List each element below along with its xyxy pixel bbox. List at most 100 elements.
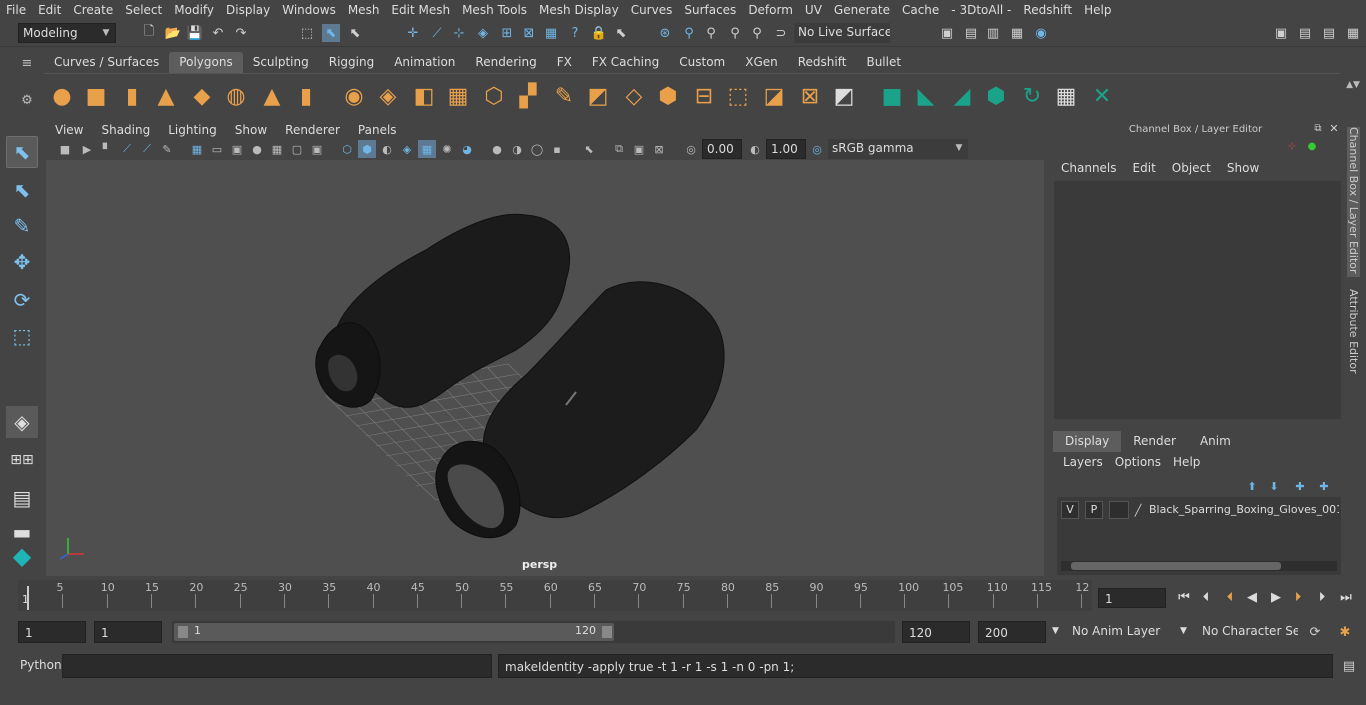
- poly-cone-icon[interactable]: ▲: [152, 82, 180, 110]
- scale-tool-icon[interactable]: ⬚: [6, 320, 38, 352]
- bridge-icon[interactable]: ▞: [514, 82, 542, 110]
- gate-mask-icon[interactable]: ●: [248, 140, 266, 158]
- select-object-icon[interactable]: ⬉: [322, 24, 340, 42]
- shelf-tab-bullet[interactable]: Bullet: [856, 52, 911, 73]
- lighting-icon[interactable]: ◐: [378, 140, 396, 158]
- wireframe-on-shaded-icon[interactable]: ◈: [398, 140, 416, 158]
- shelf-tab-sculpting[interactable]: Sculpting: [243, 52, 319, 73]
- menu-edit[interactable]: Edit: [32, 0, 67, 20]
- reflection-icon[interactable]: ⚲: [748, 24, 766, 42]
- script-editor-icon[interactable]: ▤: [1340, 657, 1358, 675]
- layer-display-type[interactable]: [1109, 501, 1129, 519]
- menu-surfaces[interactable]: Surfaces: [678, 0, 742, 20]
- scene-start-field[interactable]: 1: [18, 621, 86, 643]
- float-panel-icon[interactable]: ⧉: [1311, 121, 1325, 135]
- screen-space-ao-icon[interactable]: ●: [488, 140, 506, 158]
- depth-of-field-icon[interactable]: ▪: [548, 140, 566, 158]
- current-time-marker[interactable]: [27, 586, 29, 610]
- select-component-icon[interactable]: ⬉: [346, 24, 364, 42]
- channel-menu-edit[interactable]: Edit: [1125, 161, 1164, 175]
- layer-tab-render[interactable]: Render: [1121, 431, 1188, 452]
- render-view-icon[interactable]: ▣: [938, 24, 956, 42]
- poly-cylinder-icon[interactable]: ▮: [118, 82, 146, 110]
- symmetry-icon[interactable]: ⚲: [702, 24, 720, 42]
- colorspace-dropdown[interactable]: sRGB gamma ▼: [828, 139, 968, 159]
- target-weld-icon[interactable]: ⊟: [690, 82, 718, 110]
- combine-icon[interactable]: ◉: [340, 82, 368, 110]
- new-layer-icon[interactable]: ✚: [1291, 477, 1309, 495]
- planar-uv-icon[interactable]: ■: [878, 82, 906, 110]
- grid-icon[interactable]: ▦: [188, 140, 206, 158]
- snap-curve-icon[interactable]: ⟋: [428, 24, 446, 42]
- color-management-icon[interactable]: ◎: [808, 140, 826, 158]
- fill-hole-icon[interactable]: ⬚: [724, 82, 752, 110]
- cylindrical-uv-icon[interactable]: ◣: [912, 82, 940, 110]
- merge-icon[interactable]: ◩: [830, 82, 858, 110]
- layer-menu-options[interactable]: Options: [1109, 455, 1167, 469]
- poly-plane-icon[interactable]: ◆: [188, 82, 216, 110]
- bookmark-icon[interactable]: ▘: [98, 140, 116, 158]
- channel-menu-object[interactable]: Object: [1164, 161, 1219, 175]
- help-query-icon[interactable]: ?: [566, 24, 584, 42]
- x-ray-joints-icon[interactable]: ▣: [630, 140, 648, 158]
- camera-attributes-icon[interactable]: ▶: [78, 140, 96, 158]
- snap-projected-center-icon[interactable]: ◈: [474, 24, 492, 42]
- anti-aliasing-icon[interactable]: ◯: [528, 140, 546, 158]
- snap-point-icon[interactable]: ⊹: [450, 24, 468, 42]
- shelf-tab-polygons[interactable]: Polygons: [169, 52, 243, 73]
- command-input[interactable]: [62, 654, 492, 678]
- go-to-end-icon[interactable]: ⏭: [1338, 589, 1354, 605]
- paint-select-tool-icon[interactable]: ✎: [6, 210, 38, 242]
- anim-layer-dropdown[interactable]: ▼ No Anim Layer: [1050, 622, 1178, 642]
- time-slider[interactable]: 1 5 10 15 20 25 30 35 40 45 50 55 60 65 70 75 80 85 90 95 1…: [18, 580, 1092, 611]
- shelf-settings-icon[interactable]: ⚙: [18, 91, 36, 109]
- gamma-field[interactable]: 1.00: [766, 139, 806, 159]
- shelf-tab-fx-caching[interactable]: FX Caching: [582, 52, 669, 73]
- outliner-layout-icon[interactable]: ▤: [6, 482, 38, 514]
- menu-generate[interactable]: Generate: [828, 0, 896, 20]
- poly-cube-icon[interactable]: ■: [82, 82, 110, 110]
- smooth-icon[interactable]: ▦: [444, 82, 472, 110]
- layer-down-icon[interactable]: ⬇: [1265, 477, 1283, 495]
- channel-menu-show[interactable]: Show: [1219, 161, 1267, 175]
- menu-3dtoall[interactable]: - 3DtoAll -: [945, 0, 1017, 20]
- layer-menu-help[interactable]: Help: [1167, 455, 1206, 469]
- step-forward-icon[interactable]: ⏵: [1314, 589, 1330, 605]
- snap-view-plane-icon[interactable]: ⊞: [498, 24, 516, 42]
- x-ray-icon[interactable]: ⧉: [610, 140, 628, 158]
- move-tool-icon[interactable]: ✥: [6, 246, 38, 278]
- single-view-layout-icon[interactable]: ◈: [6, 406, 38, 438]
- auto-key-icon[interactable]: ⟳: [1306, 623, 1324, 641]
- spherical-uv-icon[interactable]: ◢: [948, 82, 976, 110]
- layer-up-icon[interactable]: ⬆: [1243, 477, 1261, 495]
- menu-help[interactable]: Help: [1078, 0, 1117, 20]
- layer-playback-toggle[interactable]: P: [1085, 501, 1103, 519]
- x-ray-active-icon[interactable]: ⊠: [650, 140, 668, 158]
- exposure-field[interactable]: 0.00: [702, 139, 742, 159]
- render-settings-icon[interactable]: ▦: [1008, 24, 1026, 42]
- shelf-tab-rendering[interactable]: Rendering: [465, 52, 546, 73]
- camera-select-icon[interactable]: ■: [56, 140, 74, 158]
- layer-menu-layers[interactable]: Layers: [1057, 455, 1109, 469]
- smooth-shade-icon[interactable]: ⬢: [358, 140, 376, 158]
- insert-edge-loop-icon[interactable]: ⬢: [654, 82, 682, 110]
- shelf-tab-redshift[interactable]: Redshift: [788, 52, 857, 73]
- menu-modify[interactable]: Modify: [168, 0, 220, 20]
- poly-torus-icon[interactable]: ◍: [222, 82, 250, 110]
- menu-mesh-display[interactable]: Mesh Display: [533, 0, 625, 20]
- shelf-tab-fx[interactable]: FX: [547, 52, 582, 73]
- isolate-select-icon[interactable]: ⬉: [580, 140, 598, 158]
- layer-scrollbar[interactable]: [1061, 561, 1337, 571]
- ipr-render-icon[interactable]: ▥: [984, 24, 1002, 42]
- menu-mesh[interactable]: Mesh: [342, 0, 386, 20]
- panel-menu-renderer[interactable]: Renderer: [276, 121, 349, 139]
- unfold-icon[interactable]: ✕: [1088, 82, 1116, 110]
- workspace-icon[interactable]: ▣: [1272, 24, 1290, 42]
- select-hierarchy-icon[interactable]: ⬚: [298, 24, 316, 42]
- menu-create[interactable]: Create: [67, 0, 119, 20]
- poly-sphere-icon[interactable]: ●: [48, 82, 76, 110]
- automatic-uv-icon[interactable]: ⬢: [982, 82, 1010, 110]
- shelf-scroll-icon[interactable]: ▲▼: [1344, 76, 1362, 94]
- layer-tab-anim[interactable]: Anim: [1188, 431, 1243, 452]
- render-frame-icon[interactable]: ▤: [962, 24, 980, 42]
